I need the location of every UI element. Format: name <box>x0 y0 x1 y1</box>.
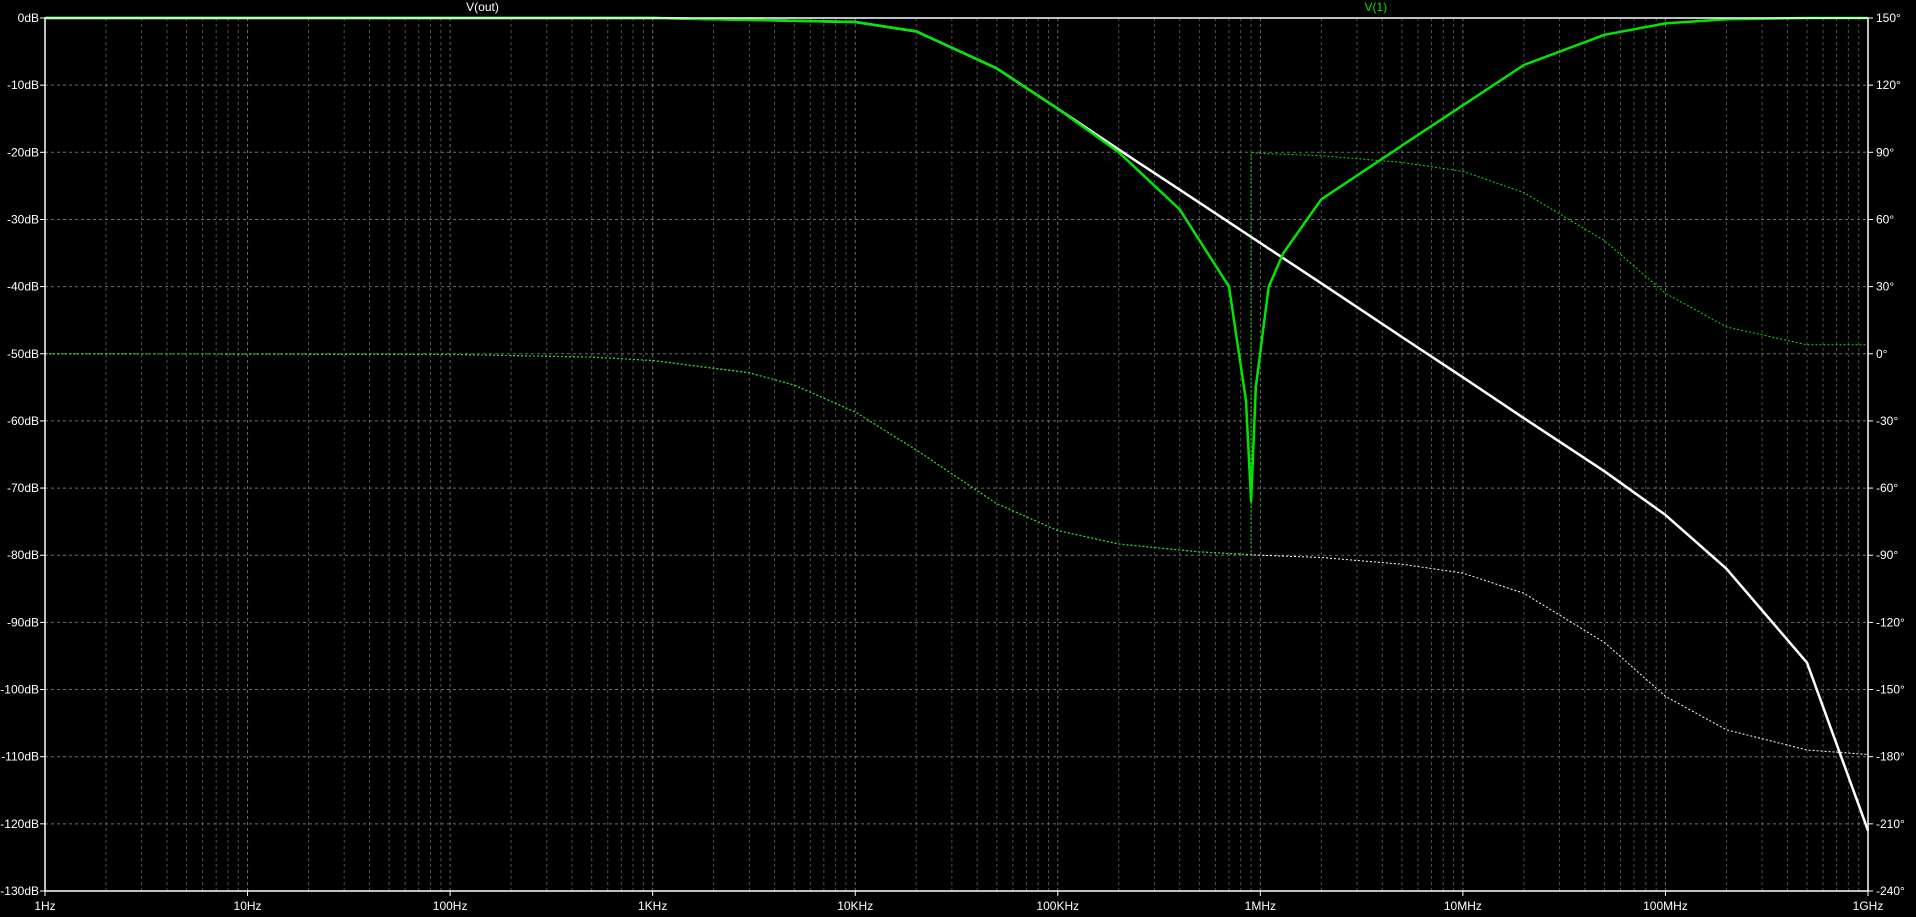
x-tick-label: 1GHz <box>1853 899 1884 913</box>
y-right-tick-label: -210° <box>1876 817 1905 831</box>
y-left-tick-label: -50dB <box>7 347 39 361</box>
y-left-tick-label: -60dB <box>7 414 39 428</box>
y-left-tick-label: -40dB <box>7 280 39 294</box>
y-right-tick-label: -180° <box>1876 750 1905 764</box>
y-left-tick-label: -80dB <box>7 548 39 562</box>
trace-label-v1: V(1) <box>1364 0 1387 14</box>
y-right-tick-label: -90° <box>1876 548 1898 562</box>
x-tick-label: 100KHz <box>1036 899 1079 913</box>
y-left-tick-label: -70dB <box>7 481 39 495</box>
y-right-tick-label: 90° <box>1876 145 1894 159</box>
y-right-tick-label: -150° <box>1876 683 1905 697</box>
y-right-tick-label: 30° <box>1876 280 1894 294</box>
x-tick-label: 1KHz <box>638 899 667 913</box>
y-left-tick-label: -130dB <box>0 884 39 898</box>
plot-background <box>0 0 1916 917</box>
y-left-tick-label: -20dB <box>7 145 39 159</box>
y-left-tick-label: -120dB <box>0 817 39 831</box>
x-tick-label: 10MHz <box>1444 899 1482 913</box>
y-right-tick-label: -240° <box>1876 884 1905 898</box>
y-right-tick-label: -60° <box>1876 481 1898 495</box>
bode-plot: 1Hz 10Hz 100Hz 1KHz 10KHz 100KHz 1MHz 10MHz 100M… <box>0 0 1916 917</box>
y-right-tick-label: -30° <box>1876 414 1898 428</box>
trace-label-vout: V(out) <box>466 0 499 14</box>
y-right-tick-label: 0° <box>1876 347 1888 361</box>
x-tick-label: 1Hz <box>34 899 55 913</box>
y-right-tick-label: 150° <box>1876 11 1901 25</box>
x-tick-label: 100Hz <box>433 899 468 913</box>
y-right-tick-label: 120° <box>1876 78 1901 92</box>
x-tick-label: 1MHz <box>1245 899 1276 913</box>
y-left-tick-label: -30dB <box>7 212 39 226</box>
x-tick-label: 10KHz <box>837 899 873 913</box>
y-left-tick-label: -10dB <box>7 78 39 92</box>
y-left-tick-label: -110dB <box>1 750 39 764</box>
y-right-tick-label: -120° <box>1876 615 1905 629</box>
y-right-tick-label: 60° <box>1876 212 1894 226</box>
x-tick-label: 10Hz <box>234 899 262 913</box>
y-left-tick-label: -90dB <box>7 615 39 629</box>
y-left-tick-label: 0dB <box>18 11 39 25</box>
y-left-tick-label: -100dB <box>0 683 39 697</box>
x-tick-label: 100MHz <box>1643 899 1688 913</box>
